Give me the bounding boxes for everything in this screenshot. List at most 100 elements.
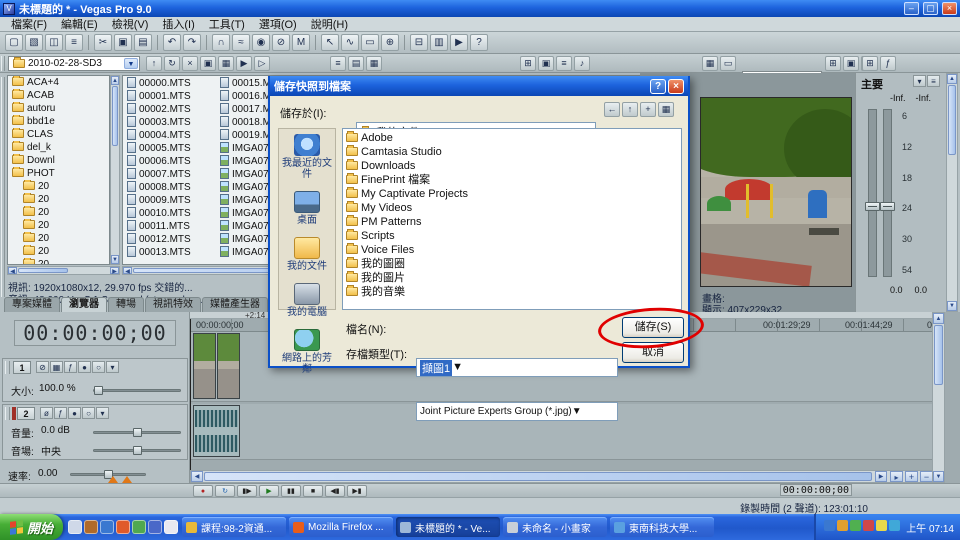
file-item[interactable]: 00011.MTS: [126, 220, 216, 233]
refresh-icon[interactable]: ↻: [164, 56, 180, 71]
zoom-edit-tool-icon[interactable]: ⊕: [381, 34, 399, 51]
zoom-edit-tool-button[interactable]: ▸: [890, 471, 903, 482]
up-one-level-icon[interactable]: ↑: [622, 102, 638, 117]
copy-frame-icon[interactable]: ▣: [538, 56, 554, 71]
tree-vscrollbar[interactable]: ▲ ▼: [110, 75, 120, 265]
folder-item[interactable]: Scripts: [345, 229, 679, 243]
dock-tab-0[interactable]: 專案媒體: [4, 297, 60, 312]
redo-icon[interactable]: ↷: [183, 34, 201, 51]
folder-item[interactable]: My Videos: [345, 201, 679, 215]
list-view-icon[interactable]: ▤: [348, 56, 364, 71]
undo-icon[interactable]: ↶: [163, 34, 181, 51]
tree-item[interactable]: autoru: [8, 102, 109, 115]
ignore-event-grouping-icon[interactable]: ⊘: [272, 34, 290, 51]
file-item[interactable]: 00012.MTS: [126, 233, 216, 246]
mixer-window-icon[interactable]: M: [292, 34, 310, 51]
new-project-icon[interactable]: ▢: [5, 34, 23, 51]
invert-phase-icon[interactable]: ø: [40, 407, 53, 419]
tree-item[interactable]: 20: [8, 245, 109, 258]
slider-thumb[interactable]: [94, 386, 103, 395]
automation-settings-icon[interactable]: ▾: [106, 361, 119, 373]
new-folder-icon[interactable]: ▣: [200, 56, 216, 71]
track-grip[interactable]: [5, 361, 10, 374]
place-desktop[interactable]: 桌面: [279, 186, 335, 232]
taskbar-task-4[interactable]: 東南科技大學...: [610, 517, 714, 537]
master-fader-right[interactable]: [883, 109, 892, 277]
folder-item[interactable]: PM Patterns: [345, 215, 679, 229]
explorer-address-combo[interactable]: 2010-02-28-SD3 ▼: [8, 56, 140, 71]
chevron-down-icon[interactable]: ▼: [572, 404, 582, 419]
folder-item[interactable]: 我的音樂: [345, 285, 679, 299]
file-item[interactable]: 00009.MTS: [126, 194, 216, 207]
view-menu-icon[interactable]: ▦: [658, 102, 674, 117]
track-number[interactable]: 2: [17, 407, 35, 420]
paste-icon[interactable]: ▤: [134, 34, 152, 51]
mute-icon[interactable]: ●: [68, 407, 81, 419]
track-grip[interactable]: [5, 407, 10, 420]
quick-launch-icon[interactable]: [132, 520, 146, 534]
properties-icon[interactable]: ≡: [556, 56, 572, 71]
quick-launch-icon[interactable]: [100, 520, 114, 534]
tray-icon[interactable]: [863, 520, 874, 531]
normal-edit-tool-icon[interactable]: ↖: [321, 34, 339, 51]
dock-tab-4[interactable]: 媒體產生器: [202, 297, 268, 312]
taskbar-task-2[interactable]: 未標題的 * - Ve...: [396, 517, 500, 537]
audio-track-header[interactable]: 2 øƒ●○▾ 音量: 0.0 dB 音場: 中央: [2, 404, 188, 460]
dock-tab-3[interactable]: 視訊特效: [145, 297, 201, 312]
slider-thumb[interactable]: [133, 446, 142, 455]
timeline-hscrollbar[interactable]: ◀ ▶ ▸ + −: [190, 470, 932, 483]
go-to-start-button[interactable]: ◀▮: [325, 485, 345, 497]
video-preview-window-icon[interactable]: ▶: [450, 34, 468, 51]
track-motion-icon[interactable]: ▦: [50, 361, 63, 373]
solo-icon[interactable]: ○: [82, 407, 95, 419]
tray-icon[interactable]: [889, 520, 900, 531]
video-event[interactable]: [217, 333, 240, 399]
tree-hscrollbar[interactable]: ◀ ▶: [7, 266, 120, 275]
video-track-header[interactable]: 1 ⊘▦ƒ●○▾ 大小: 100.0 %: [2, 358, 188, 402]
views-icon[interactable]: ▦: [218, 56, 234, 71]
auto-ripple-icon[interactable]: ≈: [232, 34, 250, 51]
media-properties-icon[interactable]: ≡: [330, 56, 346, 71]
copy-snapshot-icon[interactable]: ▣: [843, 56, 859, 71]
bypass-motion-blur-icon[interactable]: ⊘: [36, 361, 49, 373]
save-button[interactable]: 儲存(S): [622, 317, 684, 338]
dock-tab-1[interactable]: 瀏覽器: [61, 297, 107, 312]
tree-item[interactable]: 20: [8, 193, 109, 206]
taskbar-task-0[interactable]: 課程:98-2資通...: [182, 517, 286, 537]
tree-item[interactable]: PHOT: [8, 167, 109, 180]
dock-tab-2[interactable]: 轉場: [108, 297, 144, 312]
filename-combo[interactable]: 擷圖1 ▼: [416, 358, 618, 377]
automation-settings-icon[interactable]: ▾: [96, 407, 109, 419]
filetype-combo[interactable]: Joint Picture Experts Group (*.jpg) ▼: [416, 402, 618, 421]
pause-button[interactable]: ▮▮: [281, 485, 301, 497]
save-project-icon[interactable]: ◫: [45, 34, 63, 51]
tree-item[interactable]: 20: [8, 180, 109, 193]
insert-fx-icon[interactable]: ƒ: [880, 56, 896, 71]
master-fader-left[interactable]: [868, 109, 877, 277]
fader-handle[interactable]: [880, 202, 895, 211]
quick-launch-icon[interactable]: [148, 520, 162, 534]
edit-cursor[interactable]: [190, 319, 191, 470]
solo-icon[interactable]: ○: [92, 361, 105, 373]
file-item[interactable]: 00013.MTS: [126, 246, 216, 259]
play-from-start-button[interactable]: ▮▶: [237, 485, 257, 497]
dialog-close-button[interactable]: ×: [668, 79, 684, 94]
menu-item-0[interactable]: 檔案(F): [4, 15, 54, 33]
mute-icon[interactable]: ●: [78, 361, 91, 373]
create-new-folder-icon[interactable]: +: [640, 102, 656, 117]
open-project-icon[interactable]: ▧: [25, 34, 43, 51]
filename-value[interactable]: 擷圖1: [420, 360, 452, 376]
folder-item[interactable]: 我的圖圈: [345, 257, 679, 271]
back-icon[interactable]: ←: [604, 102, 620, 117]
stop-button[interactable]: ■: [303, 485, 323, 497]
overlay-icon[interactable]: ⊞: [520, 56, 536, 71]
quick-launch-icon[interactable]: [116, 520, 130, 534]
dialog-title-bar[interactable]: 儲存快照到檔案 ? ×: [270, 76, 688, 96]
tray-icon[interactable]: [850, 520, 861, 531]
tree-item[interactable]: ACA+4: [8, 76, 109, 89]
menu-item-5[interactable]: 選項(O): [252, 15, 304, 33]
close-button[interactable]: ×: [942, 2, 957, 15]
size-slider[interactable]: [93, 389, 181, 392]
taskbar-task-3[interactable]: 未命名 - 小畫家: [503, 517, 607, 537]
file-item[interactable]: 00008.MTS: [126, 181, 216, 194]
